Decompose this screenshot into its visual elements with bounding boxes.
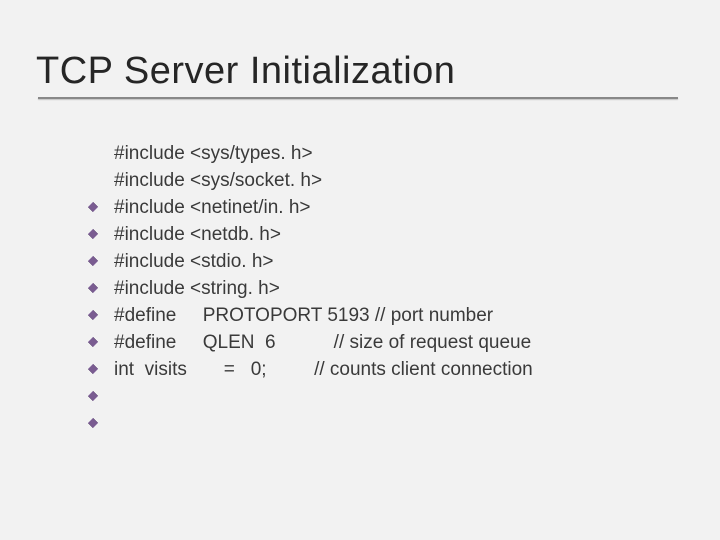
title-underline [38, 97, 678, 99]
code-text: #include <netdb. h> [114, 222, 281, 249]
code-line: #include <sys/types. h> [86, 141, 680, 168]
slide: TCP Server Initialization #include <sys/… [0, 0, 720, 540]
diamond-bullet-icon [86, 281, 102, 297]
code-line: #include <netinet/in. h> [86, 195, 680, 222]
code-line: #include <netdb. h> [86, 222, 680, 249]
code-text: #include <stdio. h> [114, 249, 274, 276]
diamond-bullet-icon [86, 173, 102, 189]
diamond-bullet-icon [86, 146, 102, 162]
code-text: #define PROTOPORT 5193 // port number [114, 303, 493, 330]
code-line: #define QLEN 6 // size of request queue [86, 330, 680, 357]
slide-title: TCP Server Initialization [36, 50, 680, 93]
code-text: #include <sys/types. h> [114, 141, 313, 168]
code-line: #define PROTOPORT 5193 // port number [86, 303, 680, 330]
diamond-bullet-icon [86, 362, 102, 378]
diamond-bullet-icon [86, 200, 102, 216]
diamond-bullet-icon [86, 227, 102, 243]
diamond-bullet-icon [86, 308, 102, 324]
code-text: #include <string. h> [114, 276, 280, 303]
diamond-bullet-icon [86, 254, 102, 270]
code-text: #define QLEN 6 // size of request queue [114, 330, 531, 357]
code-line: #include <stdio. h> [86, 249, 680, 276]
code-line: int visits = 0; // counts client connect… [86, 357, 680, 384]
code-line: #include <string. h> [86, 276, 680, 303]
code-line: #include <sys/socket. h> [86, 168, 680, 195]
code-text: int visits = 0; // counts client connect… [114, 357, 533, 384]
code-text: #include <sys/socket. h> [114, 168, 322, 195]
content-area: #include <sys/types. h> #include <sys/so… [86, 141, 680, 384]
code-text: #include <netinet/in. h> [114, 195, 311, 222]
diamond-bullet-icon [86, 335, 102, 351]
